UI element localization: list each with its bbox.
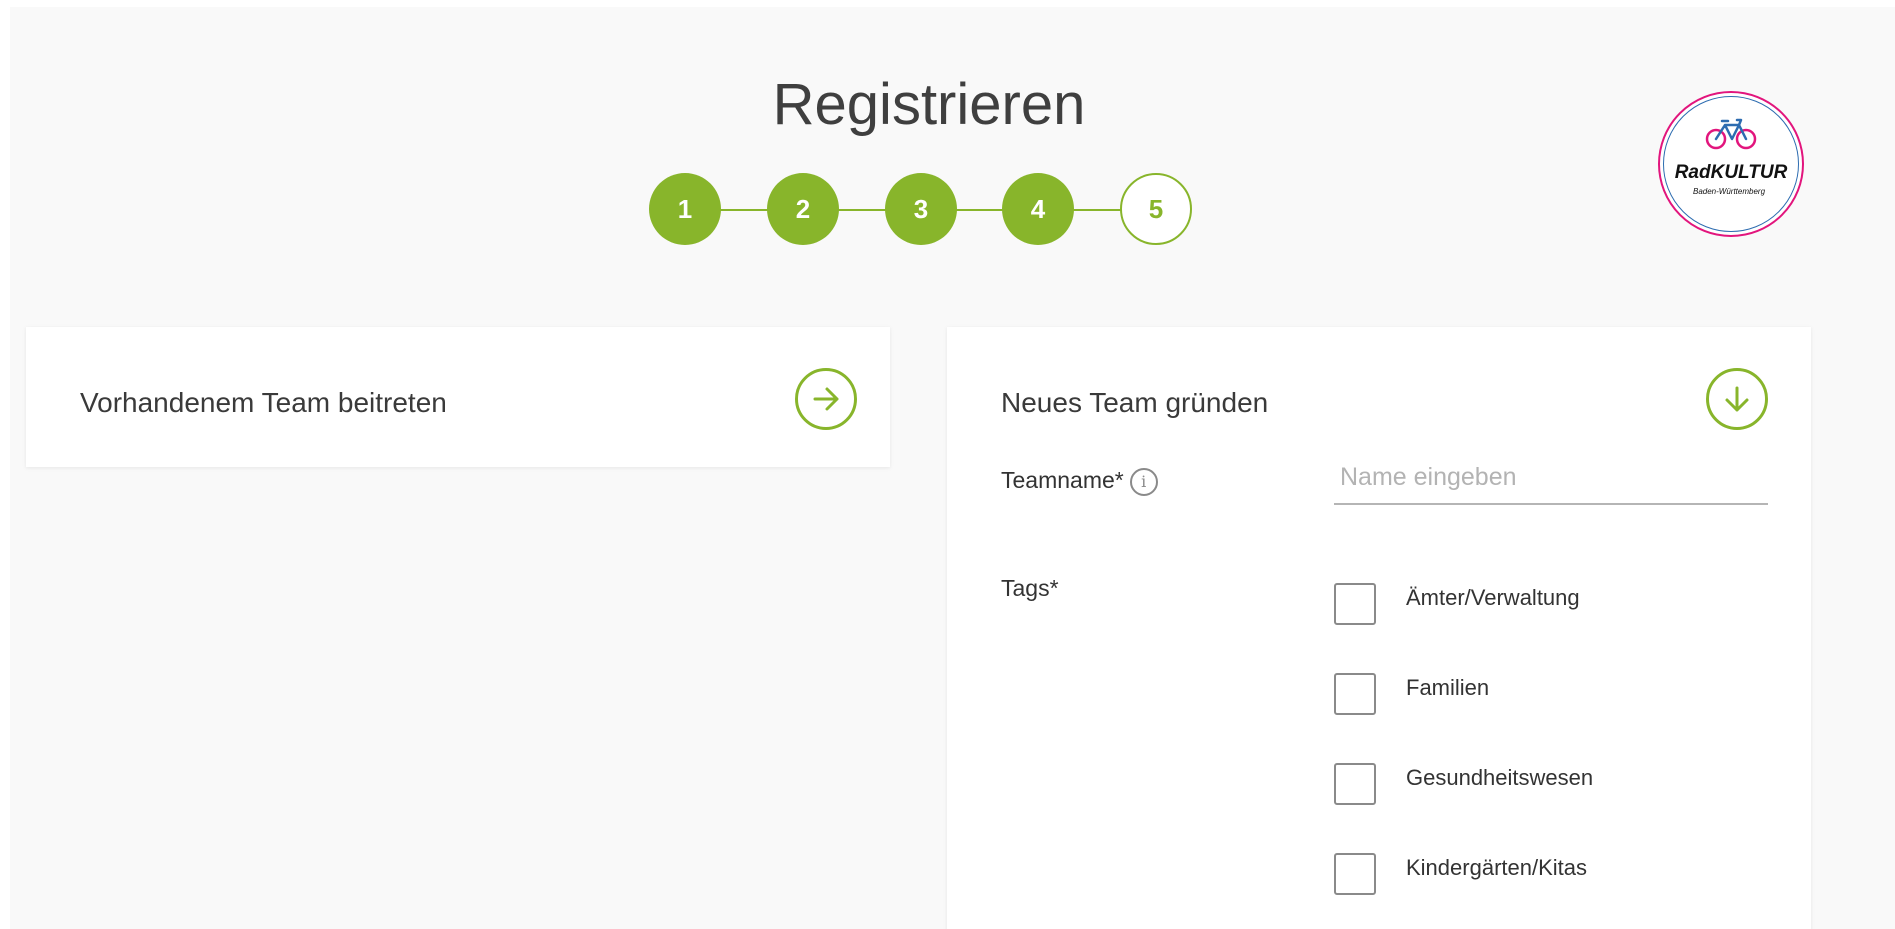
tag-checkbox[interactable]	[1334, 763, 1376, 805]
step-1[interactable]: 1	[649, 173, 721, 245]
bicycle-icon	[1705, 118, 1757, 150]
tag-checkbox[interactable]	[1334, 583, 1376, 625]
tag-option-kindergaerten-kitas[interactable]: Kindergärten/Kitas	[1334, 852, 1587, 896]
teamname-label: Teamname*	[1001, 467, 1124, 493]
new-team-card: Neues Team gründen Teamname*i Tags* Ämte…	[947, 327, 1811, 929]
tag-option-gesundheitswesen[interactable]: Gesundheitswesen	[1334, 762, 1593, 806]
join-team-title: Vorhandenem Team beitreten	[80, 387, 447, 418]
join-team-card[interactable]: Vorhandenem Team beitreten	[26, 327, 890, 467]
join-team-expand-button[interactable]	[795, 368, 857, 430]
tag-checkbox[interactable]	[1334, 853, 1376, 895]
teamname-label-row: Teamname* i	[1001, 467, 1158, 496]
teamname-input[interactable]	[1334, 451, 1768, 505]
info-icon[interactable]: i	[1129, 467, 1158, 496]
tag-label: Gesundheitswesen	[1406, 765, 1594, 790]
logo-wordmark: RadKULTUR	[1674, 162, 1788, 183]
step-3[interactable]: 3	[885, 173, 957, 245]
tag-label: Kindergärten/Kitas	[1406, 855, 1587, 880]
tag-label: Familien	[1406, 675, 1490, 700]
tag-label: Ämter/Verwaltung	[1406, 585, 1580, 610]
tag-checkbox[interactable]	[1334, 673, 1376, 715]
registration-stepper: 1 2 3 4 5	[649, 173, 1209, 247]
tag-option-aemter-verwaltung[interactable]: Ämter/Verwaltung	[1334, 582, 1580, 626]
arrow-right-icon	[813, 387, 839, 411]
new-team-collapse-button[interactable]	[1706, 368, 1768, 430]
page-title: Registrieren	[772, 72, 1086, 137]
new-team-title: Neues Team gründen	[1001, 387, 1269, 418]
step-2[interactable]: 2	[767, 173, 839, 245]
step-4[interactable]: 4	[1002, 173, 1074, 245]
tag-option-familien[interactable]: Familien	[1334, 672, 1489, 716]
logo-subtitle: Baden-Württemberg	[1692, 187, 1766, 196]
arrow-down-icon	[1725, 386, 1749, 412]
step-5[interactable]: 5	[1120, 173, 1192, 245]
registration-page: Registrieren 1 2 3 4 5 RadKULTUR Baden-W…	[10, 7, 1895, 929]
tags-label: Tags*	[1001, 575, 1059, 601]
radkultur-logo: RadKULTUR Baden-Württemberg	[1658, 91, 1804, 237]
